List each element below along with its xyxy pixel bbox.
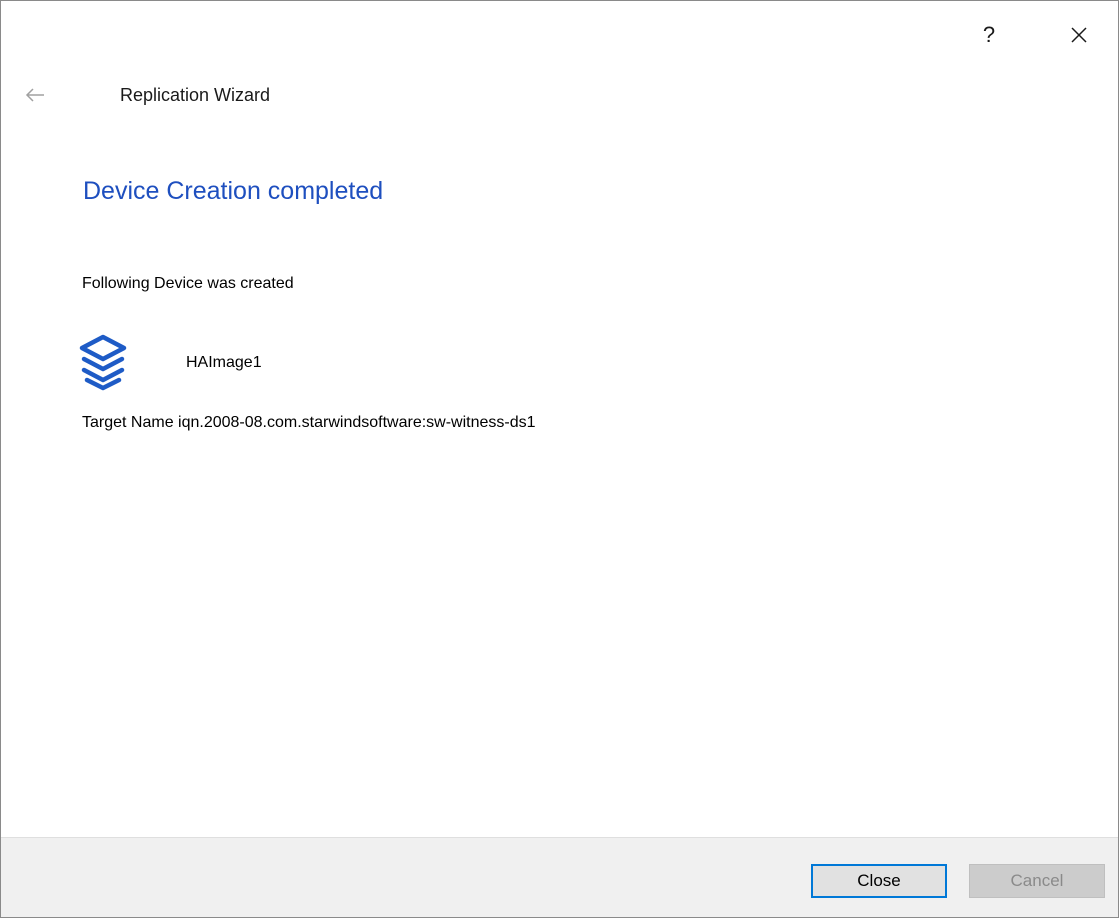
- window-close-button[interactable]: [1057, 15, 1101, 55]
- replication-wizard-dialog: ? Replication Wizard Device Creation com…: [0, 0, 1119, 918]
- cancel-button[interactable]: Cancel: [969, 864, 1105, 898]
- close-x-icon: [1071, 27, 1087, 43]
- page-heading: Device Creation completed: [83, 177, 384, 205]
- layers-stack-icon: [79, 334, 151, 392]
- close-button[interactable]: Close: [811, 864, 947, 898]
- target-name-text: Target Name iqn.2008-08.com.starwindsoft…: [82, 414, 536, 431]
- dialog-footer: Close Cancel: [1, 837, 1118, 917]
- arrow-left-icon: [25, 88, 44, 102]
- back-button[interactable]: [21, 81, 49, 109]
- help-button[interactable]: ?: [969, 15, 1009, 55]
- intro-text: Following Device was created: [82, 275, 294, 292]
- device-name: HAImage1: [186, 354, 262, 371]
- wizard-title: Replication Wizard: [120, 85, 271, 105]
